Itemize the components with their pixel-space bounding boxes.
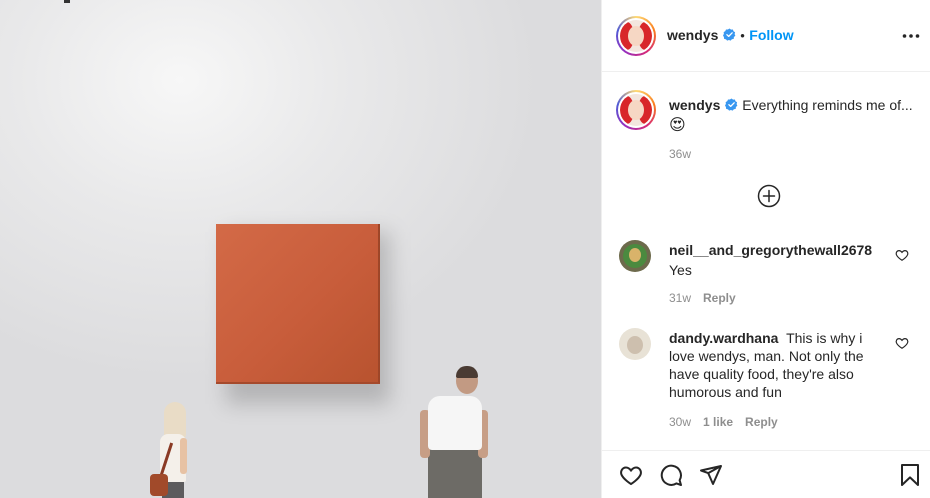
caption-text: Everything reminds me of... [742,97,913,113]
heart-icon[interactable] [895,336,909,350]
action-bar [602,450,930,498]
media-artifact [64,0,70,3]
comment: dandy.wardhana This is why i love wendys… [669,329,881,401]
caption-avatar[interactable] [616,90,656,130]
caption-timestamp[interactable]: 36w [669,147,691,161]
post-header: wendys • Follow [602,0,930,72]
comment-like-count[interactable]: 1 like [703,415,733,429]
bookmark-icon[interactable] [899,463,921,487]
post-media[interactable] [0,0,601,498]
reply-button[interactable]: Reply [745,415,778,429]
follow-button[interactable]: Follow [749,27,793,43]
heart-icon[interactable] [895,248,909,262]
heart-icon[interactable] [619,463,643,487]
header-user-line: wendys • Follow [667,27,794,45]
comment-meta: 31w Reply [669,291,748,305]
comment-username[interactable]: neil__and_gregorythewall2678 [669,241,885,259]
verified-badge-icon [724,98,738,111]
caption-emoji: 😍 [669,117,686,134]
man-figure [418,366,490,498]
woman-figure [150,400,200,498]
plus-circle-icon[interactable] [757,184,781,208]
commenter-avatar[interactable] [619,328,651,360]
caption-line: wendys Everything reminds me of... [669,97,919,115]
comment-timestamp[interactable]: 30w [669,415,691,429]
author-avatar[interactable] [616,16,656,56]
orange-painting [216,224,380,384]
comment-text: Yes [669,262,692,278]
author-username[interactable]: wendys [667,27,718,43]
comment: neil__and_gregorythewall2678 Yes [669,241,889,279]
comment-meta: 30w 1 like Reply [669,415,790,429]
caption-username[interactable]: wendys [669,97,720,113]
ellipsis-icon[interactable] [901,26,921,46]
comment-timestamp[interactable]: 31w [669,291,691,305]
comment-username[interactable]: dandy.wardhana [669,330,778,346]
post-side-panel: wendys • Follow wendys Everything remind… [601,0,930,498]
follow-separator: • [740,28,745,43]
paper-plane-icon[interactable] [699,463,723,487]
comment-bubble-icon[interactable] [659,463,683,487]
reply-button[interactable]: Reply [703,291,736,305]
verified-badge-icon [722,28,736,41]
commenter-avatar[interactable] [619,240,651,272]
